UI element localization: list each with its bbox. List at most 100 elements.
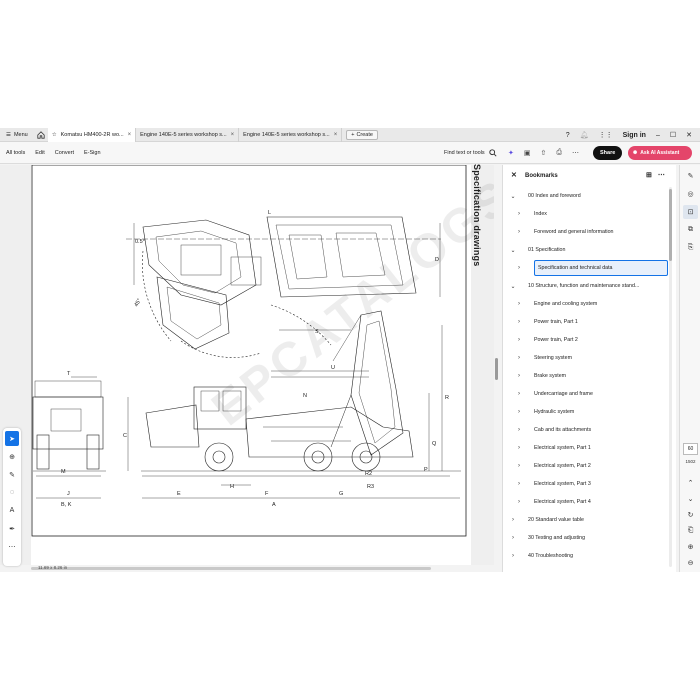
chevron-right-icon[interactable]: › bbox=[515, 373, 523, 379]
maximize-icon[interactable]: ☐ bbox=[670, 131, 676, 139]
bookmark-item[interactable]: › 20 Standard value table bbox=[503, 511, 677, 529]
print-icon[interactable]: ⎙ bbox=[556, 149, 562, 157]
close-window-icon[interactable]: ✕ bbox=[686, 131, 692, 139]
apps-grid-icon[interactable]: ⋮⋮ bbox=[599, 131, 613, 139]
bookmark-item[interactable]: › 40 Troubleshooting bbox=[503, 547, 677, 565]
menu-e-sign[interactable]: E-Sign bbox=[84, 150, 101, 156]
bookmark-item[interactable]: › Power train, Part 1 bbox=[503, 313, 677, 331]
bookmark-item[interactable]: › Electrical system, Part 4 bbox=[503, 493, 677, 511]
notification-bell-icon[interactable]: 🔔︎ bbox=[580, 131, 589, 139]
bookmark-item-selected[interactable]: › Specification and technical data bbox=[503, 259, 677, 277]
menu-edit[interactable]: Edit bbox=[35, 150, 44, 156]
bookmark-item[interactable]: › Electrical system, Part 2 bbox=[503, 457, 677, 475]
close-icon[interactable]: × bbox=[334, 132, 338, 138]
zoom-in-icon[interactable]: ⊕ bbox=[683, 540, 698, 554]
chevron-right-icon[interactable]: › bbox=[509, 517, 517, 523]
next-page-icon[interactable]: ⌄ bbox=[683, 492, 698, 506]
more-options-icon[interactable]: ⋯ bbox=[658, 165, 665, 187]
bookmark-item[interactable]: › Electrical system, Part 1 bbox=[503, 439, 677, 457]
menu-all-tools[interactable]: All tools bbox=[6, 150, 25, 156]
ask-ai-assistant-button[interactable]: ✺ Ask AI Assistant bbox=[628, 146, 692, 160]
chevron-right-icon[interactable]: › bbox=[515, 481, 523, 487]
share-button[interactable]: Share bbox=[593, 146, 623, 160]
find-text-button[interactable]: Find text or tools bbox=[444, 142, 497, 164]
close-icon[interactable]: × bbox=[128, 132, 132, 138]
bookmark-item[interactable]: › Cab and its attachments bbox=[503, 421, 677, 439]
ai-sparkle-icon[interactable]: ✦ bbox=[508, 149, 514, 157]
bookmarks-icon[interactable]: ⊡ bbox=[683, 205, 698, 219]
zoom-out-icon[interactable]: ⊖ bbox=[683, 556, 698, 570]
scroll-thumb[interactable] bbox=[495, 358, 498, 380]
home-icon[interactable] bbox=[34, 128, 48, 142]
chevron-right-icon[interactable]: › bbox=[515, 499, 523, 505]
tab-document-1[interactable]: ☆ Komatsu HM400-2R wo... × bbox=[47, 128, 137, 142]
lasso-icon[interactable]: ◌ bbox=[5, 485, 19, 500]
close-icon[interactable]: ✕ bbox=[511, 165, 517, 187]
chevron-right-icon[interactable]: › bbox=[515, 229, 523, 235]
bookmarks-scrollbar[interactable] bbox=[669, 187, 672, 567]
save-icon[interactable]: ▣ bbox=[524, 149, 531, 157]
chevron-right-icon[interactable]: › bbox=[509, 535, 517, 541]
star-icon[interactable]: ☆ bbox=[52, 132, 57, 138]
menu-convert[interactable]: Convert bbox=[55, 150, 74, 156]
pen-icon[interactable]: ✎ bbox=[5, 467, 19, 482]
bookmark-item[interactable]: ⌄ 00 Index and foreword bbox=[503, 187, 677, 205]
fit-page-icon[interactable]: ⎗ bbox=[683, 524, 698, 538]
document-viewport[interactable]: D L S T U N R C Q P M H R3 R2 J E F G B,… bbox=[0, 165, 494, 565]
bookmark-item[interactable]: › Brake system bbox=[503, 367, 677, 385]
select-cursor-icon[interactable]: ➤ bbox=[5, 431, 19, 446]
more-tools-icon[interactable]: ⋯ bbox=[5, 539, 19, 554]
attachment-icon[interactable]: ⎘ bbox=[683, 241, 698, 255]
chevron-right-icon[interactable]: › bbox=[515, 463, 523, 469]
page-number-input[interactable]: 60 bbox=[683, 443, 698, 455]
chevron-right-icon[interactable]: › bbox=[515, 409, 523, 415]
chevron-down-icon[interactable]: ⌄ bbox=[509, 193, 517, 200]
chevron-right-icon[interactable]: › bbox=[515, 391, 523, 397]
bookmark-item[interactable]: ⌄ 10 Structure, function and maintenance … bbox=[503, 277, 677, 295]
chevron-right-icon[interactable]: › bbox=[515, 427, 523, 433]
rotate-icon[interactable]: ↻ bbox=[683, 508, 698, 522]
chevron-down-icon[interactable]: ⌄ bbox=[509, 247, 517, 254]
add-bookmark-icon[interactable]: ⊞ bbox=[646, 165, 652, 187]
close-icon[interactable]: × bbox=[231, 132, 235, 138]
upload-cloud-icon[interactable]: ⇧ bbox=[541, 149, 547, 157]
bookmark-item[interactable]: ⌄ 01 Specification bbox=[503, 241, 677, 259]
tab-document-3[interactable]: Engine 140E-5 series workshop s... × bbox=[239, 128, 343, 142]
text-box-icon[interactable]: A bbox=[5, 503, 19, 518]
chevron-right-icon[interactable]: › bbox=[515, 319, 523, 325]
ai-chat-icon[interactable]: ◎ bbox=[683, 187, 698, 201]
horizontal-scrollbar[interactable] bbox=[31, 567, 431, 570]
chevron-right-icon[interactable]: › bbox=[515, 301, 523, 307]
zoom-icon[interactable]: ⊕ bbox=[5, 449, 19, 464]
tab-document-2[interactable]: Engine 140E-5 series workshop s... × bbox=[136, 128, 240, 142]
menu-button[interactable]: ☰ Menu bbox=[0, 128, 34, 142]
chevron-right-icon[interactable]: › bbox=[515, 445, 523, 451]
previous-page-icon[interactable]: ⌃ bbox=[683, 476, 698, 490]
chevron-down-icon[interactable]: ⌄ bbox=[509, 283, 517, 290]
chevron-right-icon[interactable]: › bbox=[515, 265, 523, 271]
create-button[interactable]: + Create bbox=[346, 129, 378, 140]
bookmark-item[interactable]: › 30 Testing and adjusting bbox=[503, 529, 677, 547]
stamp-icon[interactable]: ✒ bbox=[5, 521, 19, 536]
chevron-right-icon[interactable]: › bbox=[515, 211, 523, 217]
bookmark-item[interactable]: › Power train, Part 2 bbox=[503, 331, 677, 349]
help-icon[interactable]: ? bbox=[566, 132, 570, 139]
vertical-scrollbar[interactable] bbox=[495, 165, 499, 565]
comment-icon[interactable]: ✎ bbox=[683, 169, 698, 183]
dim-label: P bbox=[424, 467, 428, 473]
scroll-thumb[interactable] bbox=[669, 189, 672, 261]
copy-pages-icon[interactable]: ⧉ bbox=[683, 223, 698, 237]
bookmark-item[interactable]: › Index bbox=[503, 205, 677, 223]
sign-in-link[interactable]: Sign in bbox=[623, 132, 646, 139]
chevron-right-icon[interactable]: › bbox=[509, 553, 517, 559]
chevron-right-icon[interactable]: › bbox=[515, 337, 523, 343]
more-options-icon[interactable]: ⋯ bbox=[572, 149, 579, 157]
bookmark-item[interactable]: › Steering system bbox=[503, 349, 677, 367]
bookmark-item[interactable]: › Undercarriage and frame bbox=[503, 385, 677, 403]
bookmark-item[interactable]: › Engine and cooling system bbox=[503, 295, 677, 313]
bookmark-item[interactable]: › Foreword and general information bbox=[503, 223, 677, 241]
minimize-icon[interactable]: – bbox=[656, 132, 660, 139]
chevron-right-icon[interactable]: › bbox=[515, 355, 523, 361]
bookmark-item[interactable]: › Hydraulic system bbox=[503, 403, 677, 421]
bookmark-item[interactable]: › Electrical system, Part 3 bbox=[503, 475, 677, 493]
